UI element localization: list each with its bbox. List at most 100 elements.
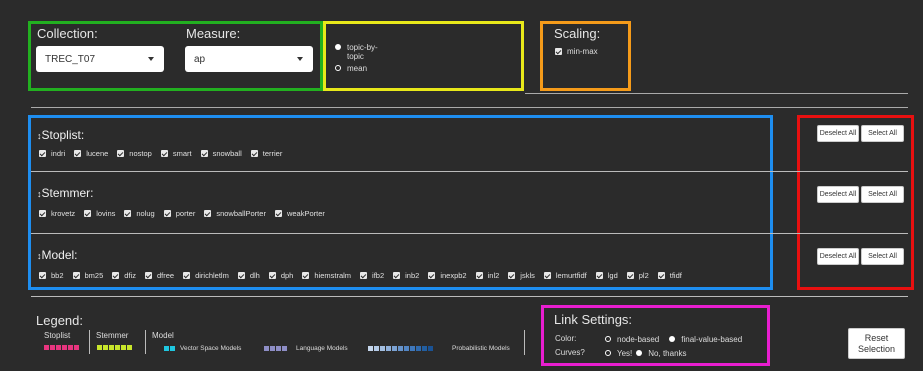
checkbox-nolug[interactable]: nolug bbox=[124, 209, 155, 218]
checkbox-lgd[interactable]: lgd bbox=[595, 271, 618, 280]
checkbox-label: jskls bbox=[520, 271, 535, 280]
checkbox-hiemstralm[interactable]: hiemstralm bbox=[302, 271, 351, 280]
checkbox-jskls[interactable]: jskls bbox=[508, 271, 535, 280]
radio-curves-yes[interactable]: Yes! bbox=[605, 349, 632, 358]
stemmer-select-all-button[interactable]: Select All bbox=[861, 186, 904, 203]
checkbox-indri[interactable]: indri bbox=[39, 149, 65, 158]
checkbox-inb2[interactable]: inb2 bbox=[393, 271, 419, 280]
checkbox-label: inl2 bbox=[487, 271, 500, 280]
legend-vsm-swatches bbox=[164, 346, 176, 351]
stoplist-deselect-all-button[interactable]: Deselect All bbox=[817, 125, 859, 142]
stoplist-items: indri lucene nostop smart snowball terrier bbox=[39, 149, 291, 158]
checkbox-dfiz[interactable]: dfiz bbox=[112, 271, 136, 280]
stoplist-select-all-button[interactable]: Select All bbox=[861, 125, 904, 142]
legend-swatch bbox=[121, 345, 126, 350]
stoplist-title: ↕Stoplist: bbox=[37, 128, 85, 142]
checkbox-snowball[interactable]: snowball bbox=[200, 149, 242, 158]
checkbox-dlh[interactable]: dlh bbox=[237, 271, 260, 280]
checkbox-label: weakPorter bbox=[286, 209, 325, 218]
checkbox-icon bbox=[39, 210, 46, 217]
checkbox-ifb2[interactable]: ifb2 bbox=[360, 271, 384, 280]
radio-final-value-based[interactable]: final-value-based bbox=[669, 335, 742, 344]
link-settings-title: Link Settings: bbox=[554, 312, 633, 327]
legend-swatch bbox=[428, 346, 433, 351]
checkbox-icon bbox=[84, 210, 92, 217]
legend-swatch bbox=[44, 345, 49, 350]
checkbox-label: smart bbox=[172, 149, 192, 158]
legend-swatch bbox=[398, 346, 403, 351]
checkbox-nostop[interactable]: nostop bbox=[117, 149, 152, 158]
stemmer-title: ↕Stemmer: bbox=[37, 186, 94, 200]
collection-select[interactable]: TREC_T07 bbox=[36, 46, 164, 72]
radio-label: mean bbox=[347, 64, 368, 73]
legend-swatch bbox=[416, 346, 421, 351]
checkbox-smart[interactable]: smart bbox=[160, 149, 192, 158]
chevron-down-icon bbox=[148, 57, 154, 61]
reset-selection-button[interactable]: Reset Selection bbox=[848, 328, 905, 359]
checkbox-dirichletlm[interactable]: dirichletlm bbox=[183, 271, 229, 280]
checkbox-label: snowball bbox=[212, 149, 242, 158]
legend-swatch bbox=[74, 345, 79, 350]
checkbox-label: krovetz bbox=[51, 209, 76, 218]
checkbox-krovetz[interactable]: krovetz bbox=[39, 209, 75, 218]
radio-curves-no[interactable]: No, thanks bbox=[636, 349, 687, 358]
model-deselect-all-button[interactable]: Deselect All bbox=[817, 248, 859, 265]
checkbox-icon bbox=[237, 272, 245, 279]
checkbox-inl2[interactable]: inl2 bbox=[475, 271, 500, 280]
checkbox-tfidf[interactable]: tfidf bbox=[657, 271, 682, 280]
radio-node-based[interactable]: node-based bbox=[605, 335, 659, 344]
legend-swatch bbox=[164, 346, 169, 351]
checkbox-icon bbox=[39, 272, 46, 279]
checkbox-label: inexpb2 bbox=[440, 271, 467, 280]
collection-value: TREC_T07 bbox=[45, 53, 96, 65]
legend-divider bbox=[524, 330, 525, 355]
checkbox-terrier[interactable]: terrier bbox=[250, 149, 282, 158]
checkbox-icon bbox=[360, 272, 368, 279]
checkbox-dph[interactable]: dph bbox=[268, 271, 294, 280]
radio-dot-icon bbox=[605, 350, 611, 356]
legend-stoplist-label: Stoplist bbox=[44, 331, 71, 340]
chevron-down-icon bbox=[297, 57, 303, 61]
checkbox-icon bbox=[657, 272, 665, 279]
radio-topic-by-topic[interactable]: topic-by-topic bbox=[335, 43, 415, 61]
radio-dot-icon bbox=[335, 44, 341, 50]
legend-swatch bbox=[103, 345, 108, 350]
checkbox-weakporter[interactable]: weakPorter bbox=[274, 209, 325, 218]
checkbox-label: dfree bbox=[156, 271, 175, 280]
checkbox-bb2[interactable]: bb2 bbox=[39, 271, 64, 280]
checkbox-snowballporter[interactable]: snowballPorter bbox=[204, 209, 266, 218]
checkbox-icon bbox=[393, 272, 401, 279]
scaling-checkbox[interactable]: min-max bbox=[555, 47, 598, 56]
checkbox-pl2[interactable]: pl2 bbox=[626, 271, 649, 280]
stemmer-deselect-all-button[interactable]: Deselect All bbox=[817, 186, 859, 203]
checkbox-lemurtfidf[interactable]: lemurtfidf bbox=[543, 271, 587, 280]
model-select-all-button[interactable]: Select All bbox=[861, 248, 904, 265]
measure-select[interactable]: ap bbox=[185, 46, 313, 72]
radio-label: topic-by-topic bbox=[347, 43, 378, 61]
checkbox-bm25[interactable]: bm25 bbox=[72, 271, 104, 280]
checkbox-icon bbox=[475, 272, 483, 279]
checkbox-label: dph bbox=[280, 271, 294, 280]
checkbox-icon bbox=[200, 150, 208, 157]
checkbox-label: dirichletlm bbox=[195, 271, 229, 280]
radio-mean[interactable]: mean bbox=[335, 64, 415, 73]
checkbox-label: lovins bbox=[96, 209, 116, 218]
checkbox-icon bbox=[72, 272, 80, 279]
checkbox-lucene[interactable]: lucene bbox=[74, 149, 108, 158]
checkbox-icon bbox=[112, 272, 120, 279]
checkbox-label: bm25 bbox=[84, 271, 104, 280]
checkbox-porter[interactable]: porter bbox=[163, 209, 195, 218]
checkbox-dfree[interactable]: dfree bbox=[144, 271, 175, 280]
checkbox-icon bbox=[595, 272, 603, 279]
reset-label-line2: Selection bbox=[857, 343, 896, 354]
legend-swatch bbox=[68, 345, 73, 350]
checkbox-icon bbox=[543, 272, 551, 279]
checkbox-label: indri bbox=[51, 149, 66, 158]
checkbox-inexpb2[interactable]: inexpb2 bbox=[428, 271, 467, 280]
radio-dot-icon bbox=[636, 350, 643, 356]
legend-swatch bbox=[386, 346, 391, 351]
legend-pm-label: Probabilistic Models bbox=[452, 345, 510, 352]
checkbox-lovins[interactable]: lovins bbox=[84, 209, 115, 218]
legend-swatch bbox=[380, 346, 385, 351]
checkbox-label: dfiz bbox=[124, 271, 136, 280]
